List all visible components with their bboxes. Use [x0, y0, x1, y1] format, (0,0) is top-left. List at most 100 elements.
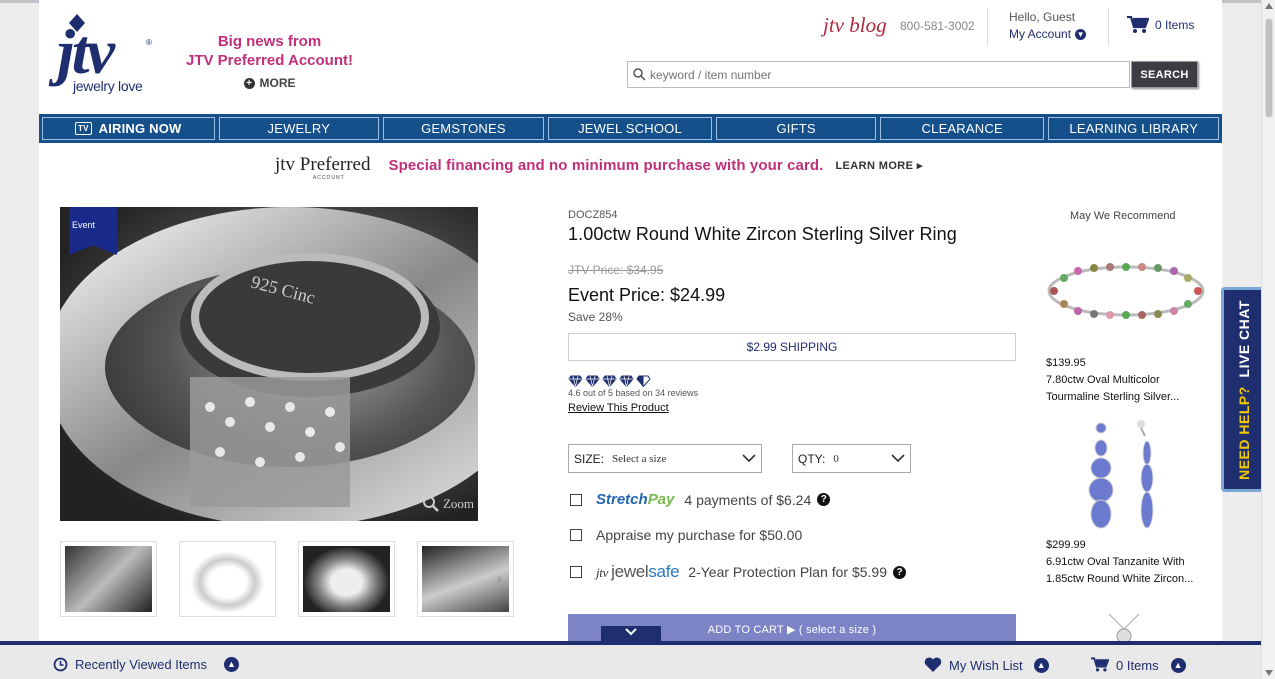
- rating-summary: 4.6 out of 5 based on 34 reviews: [568, 388, 699, 398]
- preferred-brand: jtv Preferred: [275, 154, 371, 175]
- main-nav: TV AIRING NOW JEWELRY GEMSTONES JEWEL SC…: [39, 114, 1222, 143]
- recommend-price: $139.95: [1046, 357, 1086, 369]
- recommend-name-link[interactable]: 6.91ctw Oval Tanzanite With 1.85ctw Roun…: [1046, 554, 1206, 588]
- thumbnail-image: [184, 546, 271, 612]
- ring-image: 925 Cinc: [60, 207, 478, 521]
- scrollbar-thumb[interactable]: [1265, 18, 1273, 118]
- thumbnail[interactable]: [60, 541, 157, 617]
- appraise-text: Appraise my purchase for $50.00: [596, 527, 803, 543]
- pendant-image[interactable]: [1099, 614, 1149, 644]
- promo-line-1: Big news from: [217, 33, 322, 50]
- learn-more-link[interactable]: LEARN MORE ▸: [835, 159, 922, 172]
- quantity-select[interactable]: QTY: 0: [792, 444, 911, 473]
- registered-mark: ®: [146, 38, 152, 47]
- thumbnail-image: [422, 546, 509, 612]
- stretchpay-checkbox[interactable]: [570, 493, 582, 506]
- size-value: Select a size: [612, 452, 667, 465]
- product-title: 1.00ctw Round White Zircon Sterling Silv…: [568, 224, 957, 244]
- recommend-price: $299.99: [1046, 539, 1086, 551]
- cart-count-bottom: 0 Items: [1116, 657, 1159, 673]
- chevron-right-icon[interactable]: ›: [497, 570, 502, 586]
- cart-icon: [1127, 16, 1149, 33]
- jewelsafe-logo-b: safe: [648, 562, 680, 581]
- qty-value: 0: [833, 452, 839, 465]
- earrings-image[interactable]: [1079, 418, 1169, 538]
- plus-circle-icon: +: [243, 78, 255, 89]
- zoom-control[interactable]: Zoom: [422, 496, 474, 512]
- preferred-promo[interactable]: Big news from JTV Preferred Account! + M…: [172, 32, 367, 93]
- stretchpay-text: 4 payments of $6.24: [684, 491, 812, 508]
- recently-viewed-toggle[interactable]: Recently Viewed Items ▲: [53, 657, 239, 672]
- product-sku: DOCZ854: [568, 209, 618, 221]
- jewelsafe-logo-a: jewel: [611, 562, 649, 581]
- nav-airing-now[interactable]: TV AIRING NOW: [42, 117, 215, 140]
- my-account-menu[interactable]: My Account ▼: [1009, 27, 1087, 41]
- jewelsafe-option: jtv jewelsafe 2-Year Protection Plan for …: [570, 562, 907, 582]
- product-options: SIZE: Select a size QTY: 0: [568, 444, 911, 473]
- chevron-down-icon: ▼: [1075, 28, 1087, 40]
- scroll-down-icon[interactable]: [1265, 670, 1273, 676]
- search-button[interactable]: SEARCH: [1131, 61, 1198, 88]
- stretchpay-option: StretchPay 4 payments of $6.24 ?: [570, 491, 831, 508]
- nav-jewelry[interactable]: JEWELRY: [218, 117, 380, 140]
- live-chat-label: NEED HELP? LIVE CHAT: [1236, 300, 1252, 480]
- chevron-down-icon: [742, 454, 756, 463]
- preferred-text: Special financing and no minimum purchas…: [388, 156, 824, 174]
- help-icon[interactable]: ?: [817, 493, 831, 506]
- jewelsafe-text: 2-Year Protection Plan for $5.99: [688, 564, 888, 580]
- wishlist-toggle[interactable]: My Wish List ▲: [924, 657, 1049, 673]
- thumbnail[interactable]: [179, 541, 276, 617]
- thumbnail-strip: [60, 541, 514, 617]
- page: jtv ® jewelry love Big news from JTV Pre…: [39, 0, 1222, 679]
- jewelsafe-checkbox[interactable]: [570, 566, 582, 578]
- diamond-rating-icon: [602, 375, 617, 387]
- my-account-label: My Account: [1009, 27, 1072, 41]
- thumbnail[interactable]: [298, 541, 395, 617]
- promo-more-label: MORE: [259, 76, 296, 90]
- scroll-up-icon[interactable]: [1265, 3, 1273, 9]
- main-product-image[interactable]: 925 Cinc Event Zoom: [60, 207, 478, 521]
- clock-icon: [53, 657, 68, 672]
- jtv-logo[interactable]: jtv ® jewelry love: [49, 14, 164, 98]
- live-chat-tab[interactable]: NEED HELP? LIVE CHAT: [1221, 287, 1263, 492]
- nav-clearance[interactable]: CLEARANCE: [879, 117, 1045, 140]
- nav-jewel-school[interactable]: JEWEL SCHOOL: [547, 117, 713, 140]
- header-divider: [1108, 8, 1109, 46]
- event-price: Event Price: $24.99: [568, 285, 726, 305]
- nav-gemstones[interactable]: GEMSTONES: [383, 117, 544, 140]
- diamond-rating-icon: [585, 375, 600, 387]
- cart-count: 0 Items: [1155, 18, 1195, 32]
- preferred-banner[interactable]: jtv Preferred ACCOUNT Special financing …: [275, 154, 923, 181]
- cart-link[interactable]: 0 Items: [1127, 16, 1194, 34]
- stretchpay-logo-b: Pay: [647, 491, 675, 508]
- search-input[interactable]: [650, 67, 1110, 82]
- recommend-name-link[interactable]: 7.80ctw Oval Multicolor Tourmaline Sterl…: [1046, 372, 1206, 406]
- size-select[interactable]: SIZE: Select a size: [568, 444, 762, 473]
- nav-learning-library[interactable]: LEARNING LIBRARY: [1048, 117, 1219, 140]
- appraise-option: Appraise my purchase for $50.00: [570, 527, 802, 543]
- jewelsafe-logo-jtv: jtv: [596, 565, 609, 580]
- preferred-brand-sub: ACCOUNT: [313, 175, 345, 181]
- wishlist-label: My Wish List: [949, 657, 1023, 673]
- recently-viewed-label: Recently Viewed Items: [75, 657, 207, 672]
- cart-toggle[interactable]: 0 Items ▲: [1091, 657, 1186, 673]
- search-bar: [627, 61, 1130, 88]
- promo-line-2: JTV Preferred Account!: [186, 52, 353, 69]
- cart-icon: [1091, 657, 1109, 672]
- help-icon[interactable]: ?: [893, 565, 907, 579]
- nav-gifts[interactable]: GIFTS: [716, 117, 876, 140]
- shipping-badge: $2.99 SHIPPING: [568, 333, 1016, 361]
- jewelsafe-logo: jtv jewelsafe: [596, 562, 680, 582]
- jtv-blog-link[interactable]: jtv blog: [823, 13, 887, 38]
- savings: Save 28%: [568, 310, 623, 324]
- thumbnail-image: [303, 546, 390, 612]
- promo-more-link[interactable]: + MORE: [172, 74, 367, 93]
- scrollbar[interactable]: [1261, 0, 1275, 679]
- stretchpay-logo: StretchPay: [596, 491, 674, 508]
- recommend-title: May We Recommend: [1070, 210, 1176, 222]
- stretchpay-logo-a: Stretch: [596, 491, 648, 508]
- appraise-checkbox[interactable]: [570, 529, 582, 541]
- bracelet-image[interactable]: [1046, 258, 1206, 328]
- review-product-link[interactable]: Review This Product: [568, 402, 669, 414]
- chevron-up-icon: ▲: [1170, 657, 1186, 673]
